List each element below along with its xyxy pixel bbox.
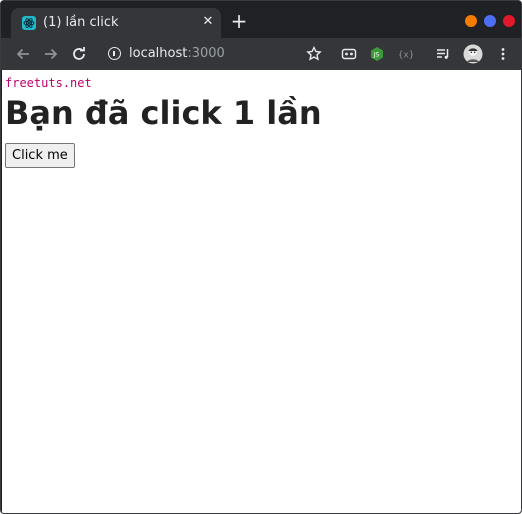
url-port: :3000: [187, 46, 225, 61]
close-window-button[interactable]: [503, 15, 515, 27]
react-icon: [22, 16, 36, 30]
svg-text:JS: JS: [373, 52, 380, 59]
url-text: localhost:3000: [129, 46, 225, 61]
new-tab-button[interactable]: +: [230, 11, 248, 31]
minimize-button[interactable]: [465, 15, 477, 27]
extension-icon[interactable]: [341, 46, 357, 62]
profile-avatar-icon[interactable]: [463, 44, 483, 64]
url-host: localhost: [129, 46, 188, 61]
click-me-button[interactable]: Click me: [5, 143, 75, 168]
svg-text:{x}: {x}: [398, 51, 413, 61]
tab-active[interactable]: (1) lần click ✕: [11, 8, 221, 38]
media-queue-icon[interactable]: [435, 46, 451, 62]
reload-icon[interactable]: [70, 45, 88, 63]
nodejs-icon[interactable]: JS: [369, 46, 385, 62]
browser-toolbar: localhost:3000 JS {x}: [1, 38, 521, 70]
back-arrow-icon[interactable]: [14, 45, 32, 63]
forward-arrow-icon[interactable]: [42, 45, 60, 63]
brand-text: freetuts.net: [5, 76, 92, 90]
maximize-button[interactable]: [484, 15, 496, 27]
code-extension-icon[interactable]: {x}: [397, 46, 414, 62]
tab-title: (1) lần click: [43, 15, 119, 30]
click-count-heading: Bạn đã click 1 lần: [5, 94, 322, 132]
page-content: freetuts.net Bạn đã click 1 lần Click me: [2, 70, 521, 513]
bookmark-star-icon[interactable]: [306, 45, 322, 62]
browser-window: (1) lần click ✕ + localhost:3000 JS {x} …: [0, 0, 522, 514]
tab-strip: (1) lần click ✕ +: [1, 1, 521, 38]
address-bar[interactable]: localhost:3000: [99, 42, 331, 66]
tab-close-icon[interactable]: ✕: [201, 15, 215, 29]
info-icon[interactable]: [108, 47, 121, 60]
menu-icon[interactable]: [495, 46, 511, 62]
